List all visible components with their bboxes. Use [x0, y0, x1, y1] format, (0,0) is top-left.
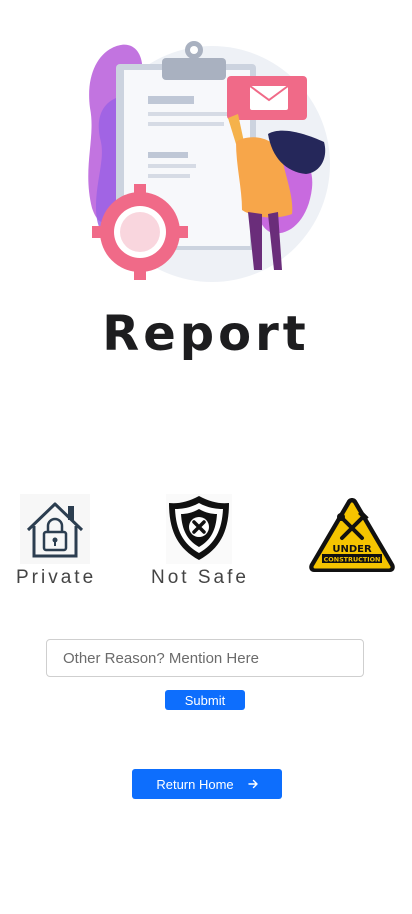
report-illustration [88, 41, 330, 282]
sign-text-construction: CONSTRUCTION [324, 556, 381, 564]
option-label-private: Private [16, 567, 97, 588]
sign-text-under: UNDER [332, 544, 372, 555]
lock-house-icon [20, 494, 90, 564]
shield-x-icon [166, 494, 232, 564]
option-not-safe[interactable]: Not Safe [150, 494, 252, 594]
arrow-right-icon [247, 779, 258, 789]
option-label-not-safe: Not Safe [151, 567, 249, 588]
option-private[interactable]: Private [16, 494, 100, 594]
return-home-button[interactable]: Return Home [132, 769, 282, 799]
other-reason-input[interactable] [46, 639, 364, 677]
under-construction-icon: UNDER CONSTRUCTION [309, 498, 395, 572]
option-under-construction[interactable]: UNDER CONSTRUCTION [306, 494, 398, 576]
page-title: Report [102, 306, 310, 362]
return-home-label: Return Home [156, 776, 234, 792]
submit-button[interactable]: Submit [165, 690, 245, 710]
